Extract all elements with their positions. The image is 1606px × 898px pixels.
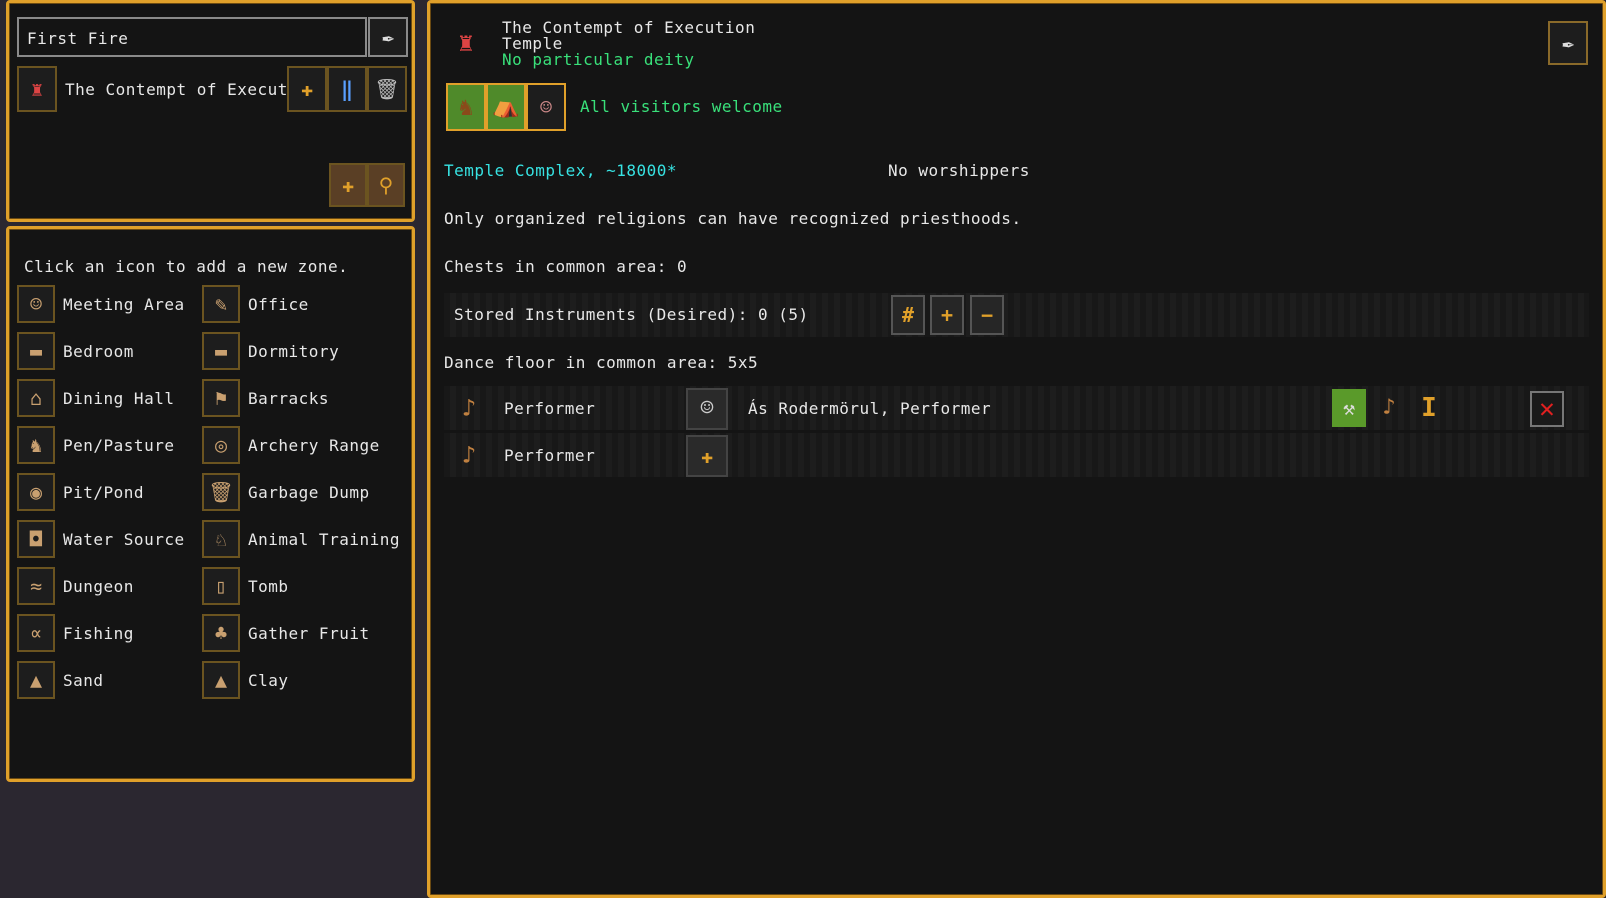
find-location-icon[interactable]: ⚲: [367, 163, 405, 207]
equipment-locked-hammer-icon[interactable]: ⚒: [1332, 389, 1366, 427]
add-zone-prompt: Click an icon to add a new zone.: [24, 257, 349, 276]
text-cursor-icon[interactable]: I: [1412, 389, 1446, 427]
performer-row: [444, 433, 1589, 477]
dungeon-icon[interactable]: ≈: [17, 567, 55, 605]
add-assignment-icon[interactable]: ✚: [287, 66, 327, 112]
zone-option-label[interactable]: Gather Fruit: [248, 624, 370, 643]
zone-list-item-label[interactable]: The Contempt of Execution: [65, 80, 318, 99]
zone-option-label[interactable]: Dormitory: [248, 342, 339, 361]
zone-option-label[interactable]: Dining Hall: [63, 389, 174, 408]
zone-deity[interactable]: No particular deity: [502, 50, 695, 69]
trash-icon[interactable]: 🗑: [367, 66, 407, 112]
location-name-text: First Fire: [27, 29, 129, 48]
tomb-icon[interactable]: ▯: [202, 567, 240, 605]
pit-pond-icon[interactable]: ◉: [17, 473, 55, 511]
harp-icon: ♪: [461, 394, 477, 422]
rename-zone-quill-icon[interactable]: ✒: [1548, 21, 1588, 65]
location-panel: First Fire ✒ ♜ The Contempt of Execution…: [6, 0, 415, 222]
zone-option-label[interactable]: Animal Training: [248, 530, 400, 549]
zone-option-label[interactable]: Office: [248, 295, 309, 314]
temple-icon: ♜: [458, 28, 474, 58]
add-location-icon[interactable]: ✚: [329, 163, 367, 207]
bedroom-icon[interactable]: ▬: [17, 332, 55, 370]
performer-role: Performer: [504, 446, 596, 465]
zone-option-label[interactable]: Archery Range: [248, 436, 380, 455]
assigned-performer-name[interactable]: Ás Rodermörul, Performer: [748, 399, 991, 418]
instruments-desired: Stored Instruments (Desired): 0 (5): [454, 305, 809, 324]
location-name-field[interactable]: First Fire: [17, 17, 367, 57]
zone-option-label[interactable]: Meeting Area: [63, 295, 185, 314]
temple-zone-icon[interactable]: ♜: [17, 66, 57, 112]
pen-pasture-icon[interactable]: ♞: [17, 426, 55, 464]
performer-role: Performer: [504, 399, 596, 418]
rename-location-quill-icon[interactable]: ✒: [368, 17, 408, 57]
gather-fruit-icon[interactable]: ♣: [202, 614, 240, 652]
dormitory-icon[interactable]: ▬: [202, 332, 240, 370]
dining-hall-icon[interactable]: ⌂: [17, 379, 55, 417]
water-source-icon[interactable]: ◘: [17, 520, 55, 558]
zone-option-label[interactable]: Clay: [248, 671, 289, 690]
set-quantity-hash-icon[interactable]: #: [891, 295, 925, 335]
sand-icon[interactable]: ▲: [17, 661, 55, 699]
add-zone-panel: Click an icon to add a new zone. ☺ Meetin…: [6, 226, 415, 782]
access-animals-icon[interactable]: ♞: [446, 83, 486, 131]
zone-option-label[interactable]: Fishing: [63, 624, 134, 643]
temple-complex-link[interactable]: Temple Complex, ~18000*: [444, 161, 677, 180]
animal-training-icon[interactable]: ♘: [202, 520, 240, 558]
zone-option-label[interactable]: Pen/Pasture: [63, 436, 174, 455]
access-visitors-tent-icon[interactable]: ⛺: [486, 83, 526, 131]
chests-count: Chests in common area: 0: [444, 257, 688, 276]
assign-performer-icon[interactable]: ✚: [686, 435, 728, 477]
zone-option-label[interactable]: Dungeon: [63, 577, 134, 596]
zone-option-label[interactable]: Bedroom: [63, 342, 134, 361]
assigned-unit-portrait-icon[interactable]: ☺: [686, 388, 728, 430]
clay-icon[interactable]: ▲: [202, 661, 240, 699]
fishing-icon[interactable]: ∝: [17, 614, 55, 652]
meeting-area-icon[interactable]: ☺: [17, 285, 55, 323]
access-citizens-icon[interactable]: ☺: [526, 83, 566, 131]
decrease-instruments-icon[interactable]: −: [970, 295, 1004, 335]
zone-option-label[interactable]: Sand: [63, 671, 104, 690]
zone-detail-panel: ♜ The Contempt of Execution Temple No pa…: [427, 0, 1606, 898]
zone-option-label[interactable]: Pit/Pond: [63, 483, 144, 502]
office-icon[interactable]: ✎: [202, 285, 240, 323]
instrument-harp-icon[interactable]: ♪: [1372, 389, 1406, 427]
remove-assignment-close-icon[interactable]: ✕: [1530, 391, 1564, 427]
priesthood-note: Only organized religions can have recogn…: [444, 209, 1022, 228]
pause-icon[interactable]: ‖: [327, 66, 367, 112]
barracks-icon[interactable]: ⚑: [202, 379, 240, 417]
worshippers-status: No worshippers: [888, 161, 1030, 180]
increase-instruments-icon[interactable]: +: [930, 295, 964, 335]
dance-floor-size: Dance floor in common area: 5x5: [444, 353, 759, 372]
garbage-dump-icon[interactable]: 🗑: [202, 473, 240, 511]
zone-option-label[interactable]: Water Source: [63, 530, 185, 549]
zone-option-label[interactable]: Tomb: [248, 577, 289, 596]
zone-option-label[interactable]: Garbage Dump: [248, 483, 370, 502]
access-status: All visitors welcome: [580, 97, 783, 116]
harp-icon: ♪: [461, 441, 477, 469]
archery-range-icon[interactable]: ◎: [202, 426, 240, 464]
zone-option-label[interactable]: Barracks: [248, 389, 329, 408]
